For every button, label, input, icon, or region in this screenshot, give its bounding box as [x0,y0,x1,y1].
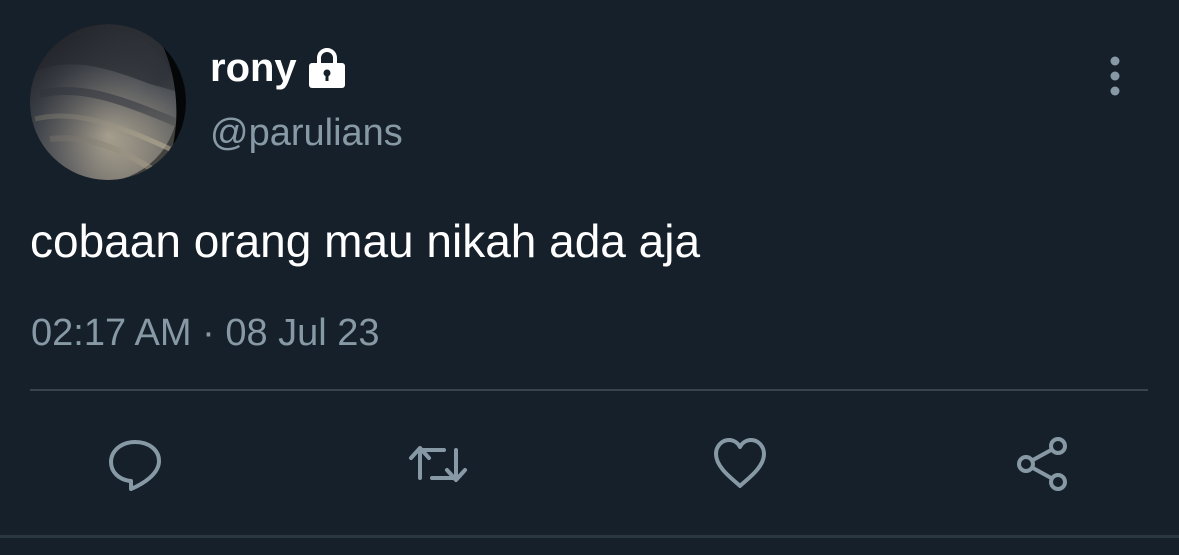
retweet-icon [409,446,467,482]
more-options-button[interactable] [1098,54,1132,98]
bottom-divider [0,535,1179,538]
tweet-text: cobaan orang mau nikah ada aja [30,215,701,267]
divider [30,389,1148,391]
more-vertical-icon [1110,56,1120,96]
heart-icon [714,438,766,488]
like-button[interactable] [710,434,770,494]
lock-icon [305,46,349,90]
display-name[interactable]: rony [210,44,297,92]
share-button[interactable] [1014,434,1074,494]
retweet-button[interactable] [408,434,468,494]
share-icon [1017,437,1067,491]
avatar[interactable] [30,24,186,180]
tweet-timestamp[interactable]: 02:17 AM · 08 Jul 23 [31,310,380,356]
display-name-row: rony [210,44,349,92]
avatar-image [30,24,186,180]
reply-icon [109,440,161,491]
reply-button[interactable] [105,434,165,494]
user-handle[interactable]: @parulians [210,110,403,156]
